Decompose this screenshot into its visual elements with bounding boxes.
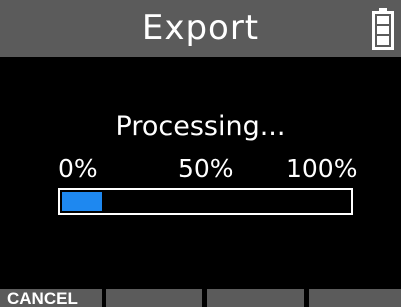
processing-status: Processing...: [115, 111, 286, 142]
softkey-bar: CANCEL: [0, 289, 401, 307]
progress-fill: [62, 192, 102, 211]
softkey-3[interactable]: [207, 289, 304, 307]
progress-scale-min: 0%: [58, 154, 98, 183]
export-screen: Export Processing... 0% 50% 100% CANCEL: [0, 0, 401, 307]
softkey-2[interactable]: [106, 289, 202, 307]
softkey-4[interactable]: [309, 289, 401, 307]
progress-bar: [58, 188, 353, 215]
battery-full-icon: [372, 8, 394, 50]
cancel-button[interactable]: CANCEL: [0, 289, 102, 307]
progress-scale-mid: 50%: [178, 154, 234, 183]
progress-scale-max: 100%: [286, 154, 358, 183]
title-bar: Export: [0, 0, 401, 57]
page-title: Export: [141, 8, 260, 48]
